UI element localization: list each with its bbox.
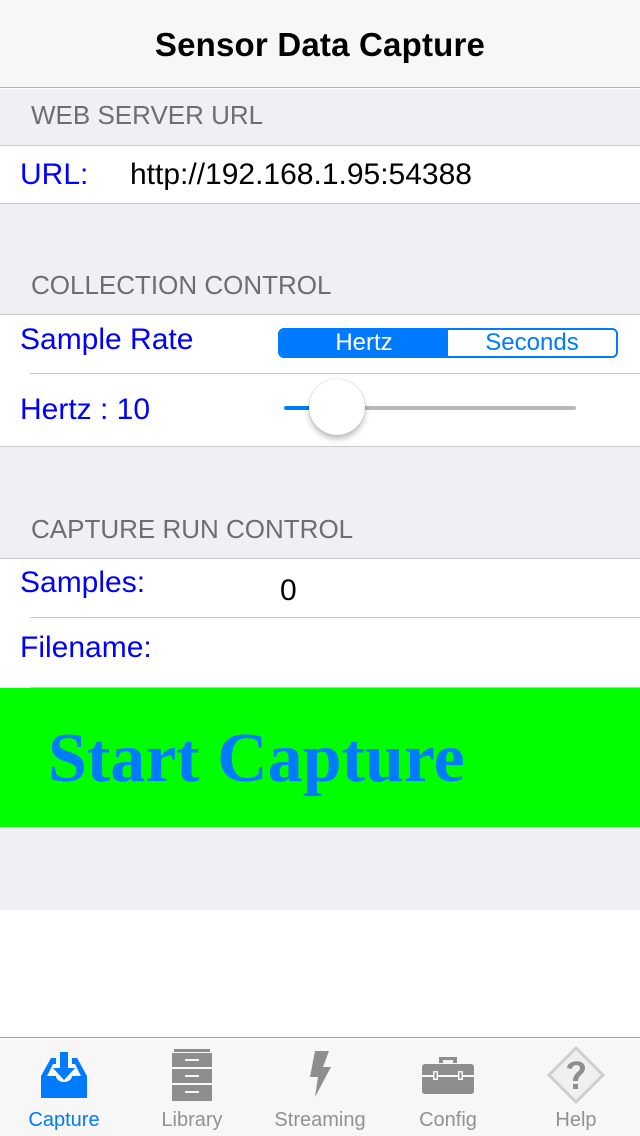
section-header-capture-run-control: CAPTURE RUN CONTROL bbox=[31, 514, 354, 544]
question-diamond-icon bbox=[546, 1046, 606, 1104]
sample-rate-segmented-control[interactable]: Hertz Seconds bbox=[278, 328, 618, 358]
segment-hertz[interactable]: Hertz bbox=[280, 330, 448, 356]
filename-label: Filename: bbox=[20, 631, 152, 664]
section-header-collection-control: COLLECTION CONTROL bbox=[31, 270, 332, 300]
section-header-web-server: WEB SERVER URL bbox=[31, 100, 264, 130]
tab-config[interactable]: Config bbox=[384, 1038, 512, 1136]
page-title: Sensor Data Capture bbox=[154, 25, 486, 63]
samples-label: Samples: bbox=[20, 566, 146, 599]
lightning-bolt-icon bbox=[290, 1046, 350, 1104]
segment-seconds[interactable]: Seconds bbox=[448, 330, 616, 356]
inbox-download-icon bbox=[34, 1046, 94, 1104]
tab-label: Library bbox=[161, 1109, 223, 1131]
start-capture-label: Start Capture bbox=[48, 719, 465, 797]
filename-cell: Filename: bbox=[0, 618, 640, 688]
file-cabinet-icon bbox=[162, 1046, 222, 1104]
hertz-slider[interactable] bbox=[284, 379, 576, 435]
samples-cell: Samples: 0 bbox=[0, 559, 640, 617]
navigation-bar: Sensor Data Capture bbox=[0, 0, 640, 88]
tab-library[interactable]: Library bbox=[128, 1038, 256, 1136]
start-capture-button[interactable]: Start Capture bbox=[0, 688, 640, 827]
toolbox-icon bbox=[418, 1046, 478, 1104]
slider-track-empty bbox=[360, 406, 576, 410]
bottom-group-bg bbox=[0, 827, 640, 910]
tab-capture[interactable]: Capture bbox=[0, 1038, 128, 1136]
tab-label: Capture bbox=[28, 1109, 100, 1131]
url-label: URL: bbox=[20, 158, 89, 191]
url-value[interactable]: http://192.168.1.95:54388 bbox=[130, 158, 472, 192]
samples-value: 0 bbox=[280, 574, 297, 607]
slider-thumb[interactable] bbox=[308, 379, 365, 435]
tab-label: Config bbox=[419, 1109, 477, 1131]
hertz-value-label: Hertz : 10 bbox=[20, 393, 151, 426]
tab-help[interactable]: Help bbox=[512, 1038, 640, 1136]
sample-rate-label: Sample Rate bbox=[20, 323, 194, 356]
tab-bar: Capture Library Streaming Config Help bbox=[0, 1037, 640, 1136]
url-cell: URL: http://192.168.1.95:54388 bbox=[0, 146, 640, 203]
tab-label: Streaming bbox=[274, 1109, 366, 1131]
tab-label: Help bbox=[555, 1109, 597, 1131]
tab-streaming[interactable]: Streaming bbox=[256, 1038, 384, 1136]
